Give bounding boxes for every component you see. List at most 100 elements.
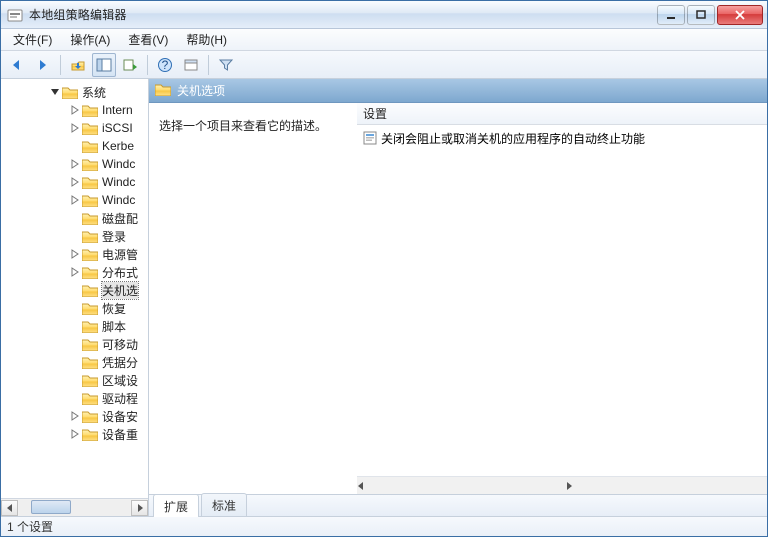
scroll-left-button[interactable] [357,479,365,493]
tree-node[interactable]: 设备安 [15,407,148,425]
tree-node[interactable]: 登录 [15,227,148,245]
tab-standard[interactable]: 标准 [201,493,247,516]
back-arrow-icon [9,58,25,72]
folder-icon [82,176,98,189]
scroll-left-button[interactable] [1,500,18,516]
app-window: 本地组策略编辑器 文件(F) 操作(A) 查看(V) 帮助(H) ? [0,0,768,537]
up-button[interactable] [66,53,90,77]
menu-file[interactable]: 文件(F) [5,29,60,50]
tree-node[interactable]: Windc [15,173,148,191]
toolbar-separator [60,55,61,75]
maximize-button[interactable] [687,5,715,25]
tree-node-label: 分布式 [102,264,138,281]
description-column: 选择一个项目来查看它的描述。 [149,103,357,494]
expand-icon[interactable] [69,122,81,134]
expand-placeholder [69,392,81,404]
settings-rows: 关闭会阻止或取消关机的应用程序的自动终止功能 [357,125,767,476]
tree-node-root[interactable]: 系统 [1,83,148,101]
help-button[interactable]: ? [153,53,177,77]
folder-icon [82,212,98,225]
forward-button[interactable] [31,53,55,77]
folder-icon [82,428,98,441]
tree-node[interactable]: 可移动 [15,335,148,353]
tree-node[interactable]: 关机选 [15,281,148,299]
filter-icon [219,58,233,72]
tree-node[interactable]: Windc [15,155,148,173]
tree-node-label: Windc [102,157,135,171]
folder-icon [82,194,98,207]
column-header-label: 设置 [363,105,387,122]
tree-node[interactable]: 驱动程 [15,389,148,407]
expand-placeholder [69,212,81,224]
scroll-track[interactable] [19,500,130,516]
scroll-thumb[interactable] [31,500,71,514]
folder-icon [82,140,98,153]
expand-icon[interactable] [69,158,81,170]
folder-icon [155,83,171,99]
filter-button[interactable] [214,53,238,77]
tree-node[interactable]: Kerbe [15,137,148,155]
tree-node[interactable]: Windc [15,191,148,209]
details-body: 选择一个项目来查看它的描述。 设置 关闭会阻止或取消关机的应用程序的自动终止功能 [149,103,767,494]
tree-node-label: Intern [102,103,133,117]
tree-node[interactable]: 设备重 [15,425,148,443]
window-title: 本地组策略编辑器 [29,6,657,23]
tree-node[interactable]: 脚本 [15,317,148,335]
expand-icon[interactable] [69,248,81,260]
tree-node[interactable]: 区域设 [15,371,148,389]
expand-icon[interactable] [69,194,81,206]
show-tree-button[interactable] [92,53,116,77]
tree-node[interactable]: Intern [15,101,148,119]
description-prompt: 选择一个项目来查看它的描述。 [159,119,327,133]
tree-node-label: 区域设 [102,372,138,389]
expand-icon[interactable] [69,104,81,116]
tree-hscrollbar[interactable] [1,498,148,516]
folder-icon [82,104,98,117]
expand-icon[interactable] [69,266,81,278]
back-button[interactable] [5,53,29,77]
minimize-button[interactable] [657,5,685,25]
tree-node[interactable]: iSCSI [15,119,148,137]
tree-node[interactable]: 磁盘配 [15,209,148,227]
export-list-button[interactable] [118,53,142,77]
folder-icon [62,86,78,99]
scroll-right-button[interactable] [565,479,573,493]
tab-extended[interactable]: 扩展 [153,494,199,517]
tree-pane: 系统 Intern iSCSIKerbe Windc Windc Windc 磁盘配登录电… [1,79,149,516]
close-button[interactable] [717,5,763,25]
folder-icon [82,374,98,387]
expand-icon[interactable] [69,428,81,440]
tree-node[interactable]: 电源管 [15,245,148,263]
tree-node-label: 关机选 [102,282,138,299]
expand-icon[interactable] [69,410,81,422]
expand-icon[interactable] [69,176,81,188]
tree-node[interactable]: 分布式 [15,263,148,281]
content-area: 系统 Intern iSCSIKerbe Windc Windc Windc 磁盘配登录电… [1,79,767,516]
scroll-right-button[interactable] [131,500,148,516]
details-title: 关机选项 [177,82,225,99]
menu-view[interactable]: 查看(V) [120,29,176,50]
setting-item-label: 关闭会阻止或取消关机的应用程序的自动终止功能 [381,130,645,147]
collapse-icon[interactable] [49,86,61,98]
tree-node-label: 脚本 [102,318,126,335]
menu-action[interactable]: 操作(A) [62,29,118,50]
toolbar: ? [1,51,767,79]
expand-placeholder [69,140,81,152]
menu-help[interactable]: 帮助(H) [178,29,235,50]
policy-tree[interactable]: 系统 Intern iSCSIKerbe Windc Windc Windc 磁盘配登录电… [1,79,148,498]
properties-button[interactable] [179,53,203,77]
setting-item[interactable]: 关闭会阻止或取消关机的应用程序的自动终止功能 [363,129,765,147]
tree-node-label: 电源管 [102,246,138,263]
folder-icon [82,266,98,279]
expand-placeholder [69,356,81,368]
settings-column-header[interactable]: 设置 [357,103,767,125]
app-icon [7,7,23,23]
tree-node[interactable]: 凭据分 [15,353,148,371]
list-hscrollbar[interactable] [357,476,767,494]
expand-placeholder [69,302,81,314]
up-folder-icon [70,58,86,72]
tree-node[interactable]: 恢复 [15,299,148,317]
expand-placeholder [69,284,81,296]
tree-node-label: Windc [102,193,135,207]
show-tree-icon [96,58,112,72]
